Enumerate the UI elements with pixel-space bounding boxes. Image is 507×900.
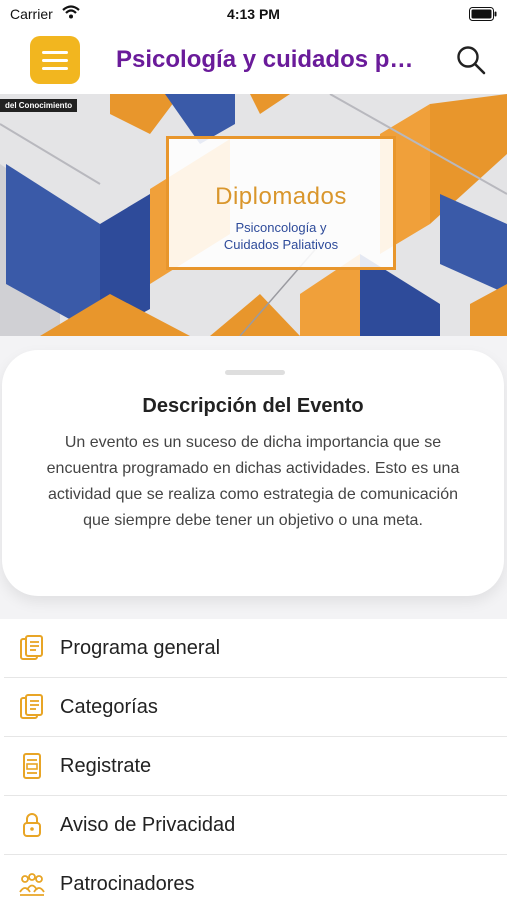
form-icon bbox=[23, 753, 41, 779]
document-icon bbox=[20, 635, 43, 660]
menu-item-label: Registrate bbox=[60, 755, 152, 777]
battery-icon bbox=[469, 7, 497, 21]
banner-tag: del Conocimiento bbox=[0, 99, 78, 112]
description-text: Un evento es un suceso de dicha importan… bbox=[46, 434, 460, 529]
menu-item-categorias[interactable]: Categorías bbox=[4, 678, 507, 737]
group-icon bbox=[19, 873, 45, 896]
menu-item-programa-general[interactable]: Programa general bbox=[4, 619, 507, 678]
hamburger-line bbox=[42, 50, 68, 54]
banner-subtitle-line1: Psiconcología y bbox=[235, 220, 327, 235]
banner-subtitle-line2: Cuidados Paliativos bbox=[223, 237, 339, 252]
menu-item-label: Aviso de Privacidad bbox=[60, 814, 236, 836]
document-icon bbox=[20, 694, 43, 719]
app-header: Psicología y cuidados paliativos bbox=[0, 28, 507, 94]
banner-frame: Diplomados Psiconcología y Cuidados Pali… bbox=[166, 136, 396, 270]
menu-item-patrocinadores[interactable]: Patrocinadores bbox=[4, 855, 507, 900]
menu-item-label: Categorías bbox=[60, 696, 158, 718]
description-card[interactable]: Descripción del Evento Un evento es un s… bbox=[2, 350, 504, 596]
status-time: 4:13 PM bbox=[227, 6, 280, 22]
banner-title: Diplomados bbox=[215, 183, 347, 210]
lock-icon bbox=[23, 813, 41, 837]
menu-list: Programa general Categorías Registrate A… bbox=[0, 619, 507, 900]
banner-subtitle: Psiconcología y Cuidados Paliativos bbox=[169, 219, 393, 253]
status-bar: Carrier 4:13 PM bbox=[0, 0, 507, 28]
page-title: Psicología y cuidados paliativos bbox=[116, 46, 426, 73]
menu-item-registrate[interactable]: Registrate bbox=[4, 737, 507, 796]
event-banner: del Conocimiento Diplomados Psiconcologí… bbox=[0, 94, 507, 336]
description-title: Descripción del Evento bbox=[142, 395, 364, 417]
hamburger-line bbox=[42, 66, 68, 70]
menu-item-label: Patrocinadores bbox=[60, 873, 195, 895]
drag-handle[interactable] bbox=[225, 370, 285, 375]
search-icon[interactable] bbox=[455, 44, 487, 76]
hamburger-line bbox=[42, 58, 68, 62]
menu-item-label: Programa general bbox=[60, 637, 221, 659]
hamburger-menu-button[interactable] bbox=[30, 36, 80, 84]
menu-item-aviso-privacidad[interactable]: Aviso de Privacidad bbox=[4, 796, 507, 855]
